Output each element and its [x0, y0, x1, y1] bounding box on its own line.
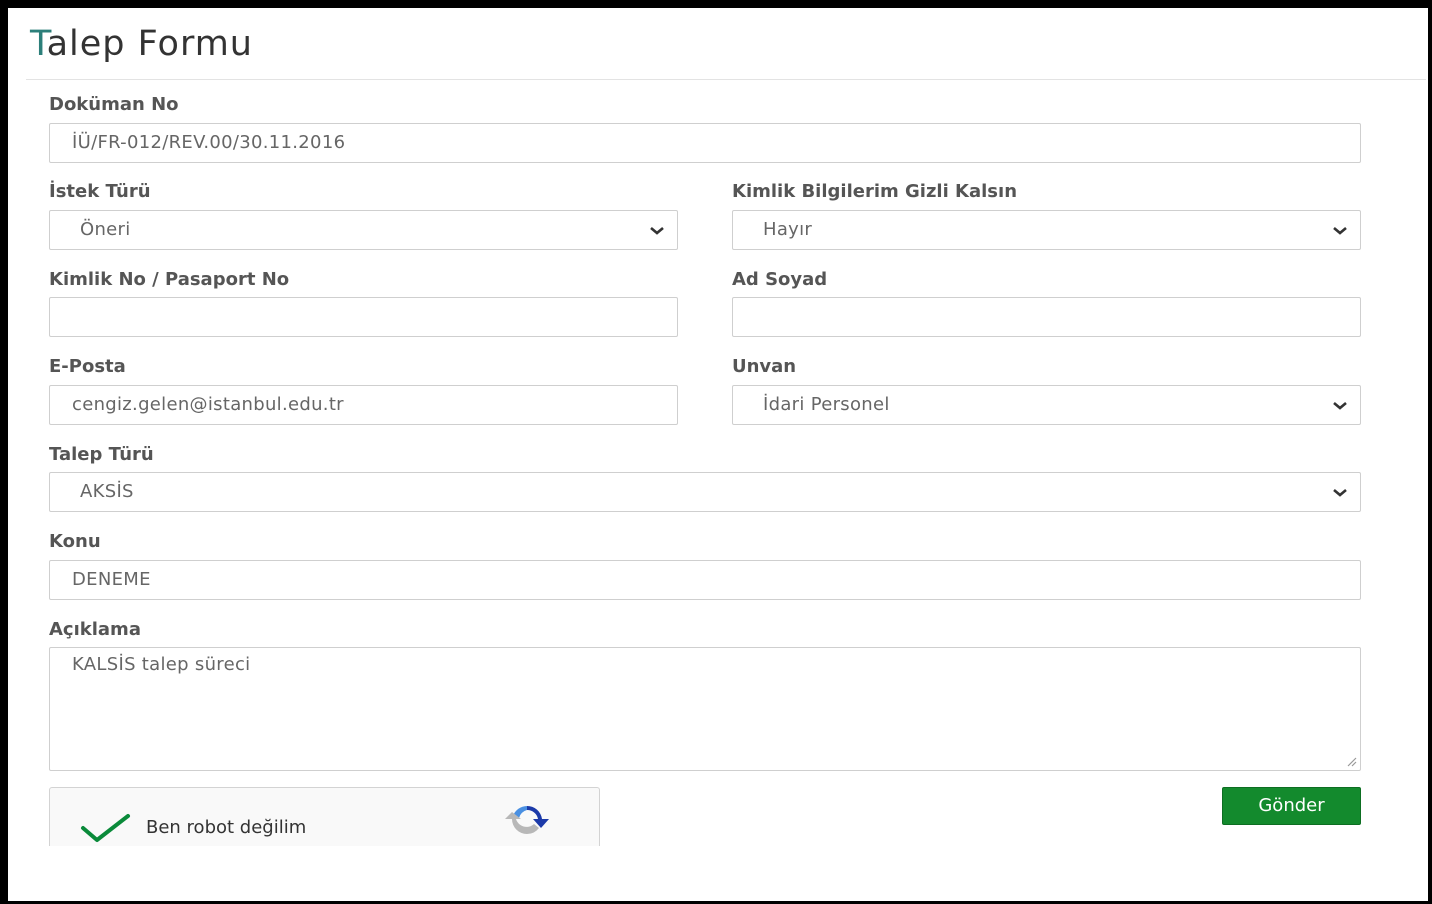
identity-hidden-select[interactable]: Hayır — [732, 210, 1361, 250]
checkmark-icon[interactable] — [80, 810, 132, 844]
recaptcha-logo-icon — [505, 805, 549, 834]
subject-input[interactable]: DENEME — [49, 560, 1361, 600]
form-frame: Talep Formu Doküman No İÜ/FR-012/REV.00/… — [0, 0, 1432, 904]
title-field-label: Unvan — [732, 356, 797, 377]
title-field-value: İdari Personel — [763, 394, 890, 415]
full-name-input[interactable] — [732, 297, 1361, 337]
recaptcha-label: Ben robot değilim — [146, 817, 307, 838]
demand-type-value: AKSİS — [80, 481, 134, 502]
identity-hidden-value: Hayır — [763, 219, 813, 240]
demand-type-select[interactable]: AKSİS — [49, 472, 1361, 512]
document-no-field[interactable]: İÜ/FR-012/REV.00/30.11.2016 — [49, 123, 1361, 163]
identity-hidden-label: Kimlik Bilgilerim Gizli Kalsın — [732, 181, 1018, 202]
description-value: KALSİS talep süreci — [72, 654, 251, 675]
demand-type-label: Talep Türü — [49, 444, 154, 465]
viewport-cutoff — [48, 846, 648, 886]
request-type-select[interactable]: Öneri — [49, 210, 678, 250]
request-type-value: Öneri — [80, 219, 131, 240]
document-no-label: Doküman No — [49, 94, 179, 115]
request-type-label: İstek Türü — [49, 181, 151, 202]
title-divider — [26, 79, 1426, 80]
chevron-down-icon — [1333, 402, 1347, 410]
chevron-down-icon — [650, 227, 664, 235]
email-label: E-Posta — [49, 356, 126, 377]
submit-button[interactable]: Gönder — [1222, 787, 1361, 825]
full-name-label: Ad Soyad — [732, 269, 828, 290]
description-label: Açıklama — [49, 619, 141, 640]
chevron-down-icon — [1333, 227, 1347, 235]
id-passport-input[interactable] — [49, 297, 678, 337]
email-input[interactable]: cengiz.gelen@istanbul.edu.tr — [49, 385, 678, 425]
subject-label: Konu — [49, 531, 101, 552]
chevron-down-icon — [1333, 489, 1347, 497]
title-field-select[interactable]: İdari Personel — [732, 385, 1361, 425]
resize-handle-icon[interactable] — [1345, 755, 1357, 767]
recaptcha-box[interactable]: Ben robot değilim — [49, 787, 600, 847]
page-title: Talep Formu — [30, 24, 253, 64]
description-textarea[interactable]: KALSİS talep süreci — [49, 647, 1361, 771]
id-passport-label: Kimlik No / Pasaport No — [49, 269, 290, 290]
